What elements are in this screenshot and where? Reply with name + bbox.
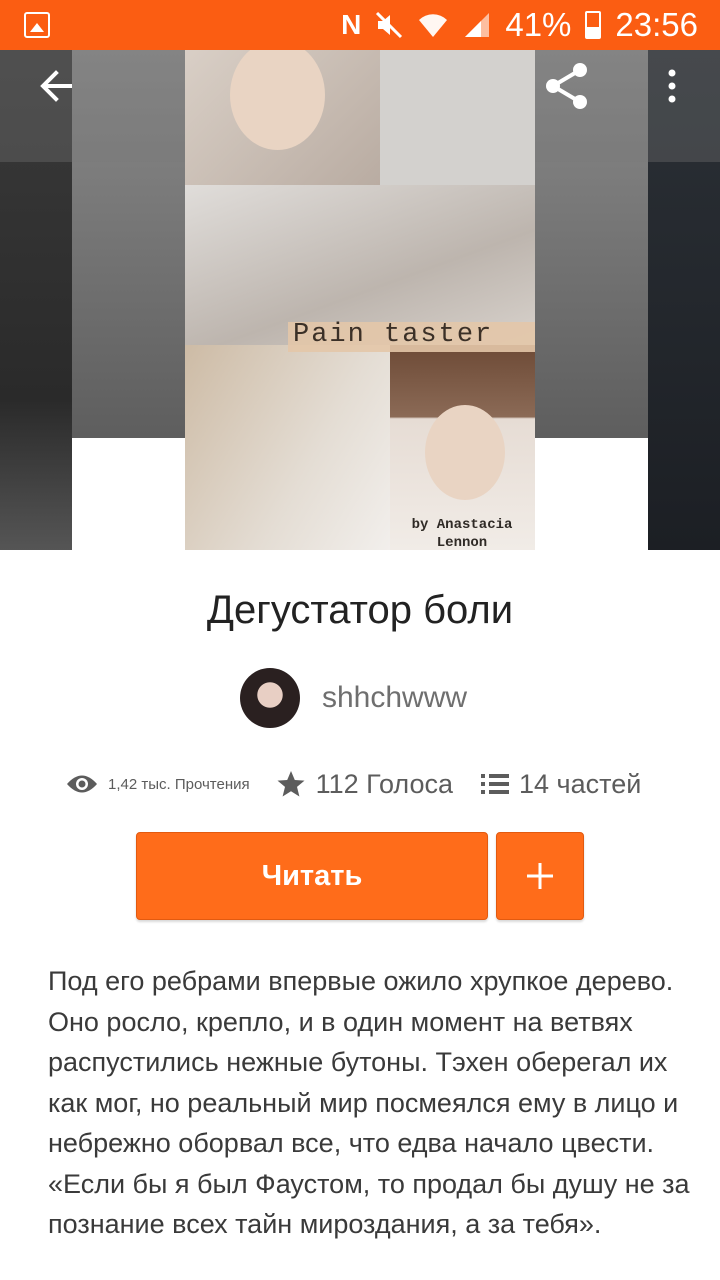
status-bar: N 41% 23:56 bbox=[0, 0, 720, 50]
story-cover-image[interactable]: Pain taster by Anastacia Lennon bbox=[185, 50, 535, 550]
author-link[interactable]: shhchwww bbox=[240, 668, 467, 728]
battery-icon bbox=[585, 11, 602, 39]
parts-stat: 14 частей bbox=[481, 769, 641, 800]
story-stats: 1,42 тыс. Прочтения 112 Голоса 14 частей bbox=[66, 762, 641, 806]
author-name[interactable]: shhchwww bbox=[322, 681, 467, 715]
cover-byline-line: by Anastacia bbox=[411, 517, 513, 533]
wifi-icon bbox=[419, 14, 448, 38]
arrow-left-icon bbox=[40, 70, 72, 102]
cover-byline: by Anastacia Lennon bbox=[397, 516, 527, 550]
reads-stat: 1,42 тыс. Прочтения bbox=[66, 773, 250, 795]
star-icon bbox=[277, 771, 305, 797]
battery-percent: 41% bbox=[505, 6, 572, 43]
gallery-icon bbox=[24, 12, 50, 38]
description-paragraph: Под его ребрами впервые ожило хрупкое де… bbox=[48, 966, 679, 1158]
back-button[interactable] bbox=[24, 54, 88, 118]
story-description: Под его ребрами впервые ожило хрупкое де… bbox=[48, 961, 698, 1245]
list-icon bbox=[481, 774, 510, 794]
cover-collage-panel bbox=[185, 345, 390, 550]
reads-count: 1,42 тыс. Прочтения bbox=[108, 775, 250, 793]
cover-byline-line: Lennon bbox=[436, 535, 488, 550]
description-quote: «Если бы я был Фаустом, то продал бы душ… bbox=[48, 1168, 690, 1240]
votes-count: 112 Голоса bbox=[315, 768, 454, 799]
votes-stat: 112 Голоса bbox=[276, 769, 453, 800]
n-icon: N bbox=[341, 9, 362, 40]
more-options-button[interactable] bbox=[640, 54, 704, 118]
clock: 23:56 bbox=[615, 6, 698, 43]
status-icons: N 41% 23:56 bbox=[341, 6, 698, 44]
parts-count: 14 частей bbox=[519, 768, 642, 799]
plus-icon bbox=[527, 863, 553, 889]
more-vertical-icon bbox=[668, 69, 676, 103]
share-button[interactable] bbox=[535, 54, 599, 118]
avatar[interactable] bbox=[240, 668, 300, 728]
mute-icon bbox=[376, 11, 403, 39]
add-to-library-button[interactable] bbox=[496, 832, 584, 920]
cover-title-text: Pain taster bbox=[293, 320, 494, 350]
eye-icon bbox=[67, 775, 97, 793]
signal-icon bbox=[465, 13, 490, 37]
read-button[interactable]: Читать bbox=[136, 832, 488, 920]
cover-face bbox=[425, 405, 505, 500]
cover-collage-panel bbox=[380, 50, 535, 185]
cover-carousel[interactable]: Pain taster by Anastacia Lennon bbox=[0, 50, 720, 550]
share-icon bbox=[546, 63, 587, 109]
story-title: Дегустатор боли bbox=[206, 588, 514, 632]
